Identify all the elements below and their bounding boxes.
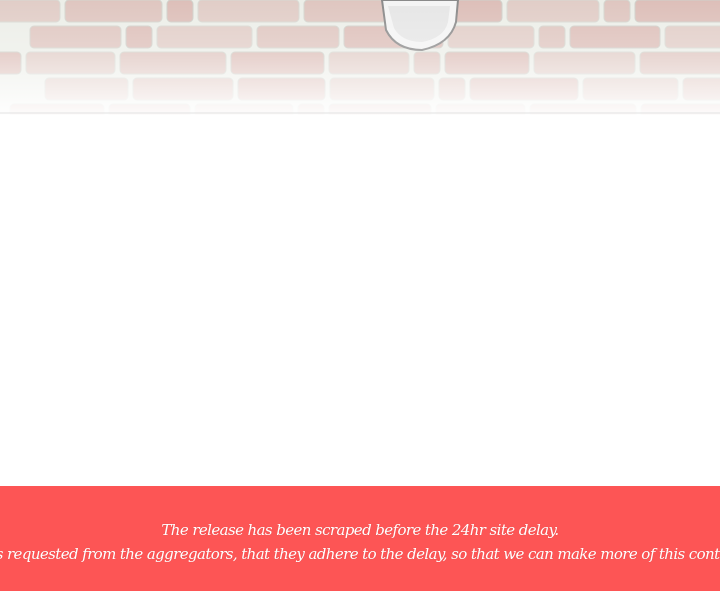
scraper-notice-banner: The release has been scraped before the … <box>0 486 720 591</box>
comic-panel-brick-pavement <box>0 0 720 115</box>
brick-pavement-illustration <box>0 0 720 115</box>
notice-line-1: The release has been scraped before the … <box>161 520 559 539</box>
notice-line-2: it is requested from the aggregators, th… <box>0 544 720 563</box>
comic-page: The release has been scraped before the … <box>0 0 720 591</box>
blank-panel-space <box>0 115 720 486</box>
panel-fade-overlay <box>0 0 720 115</box>
